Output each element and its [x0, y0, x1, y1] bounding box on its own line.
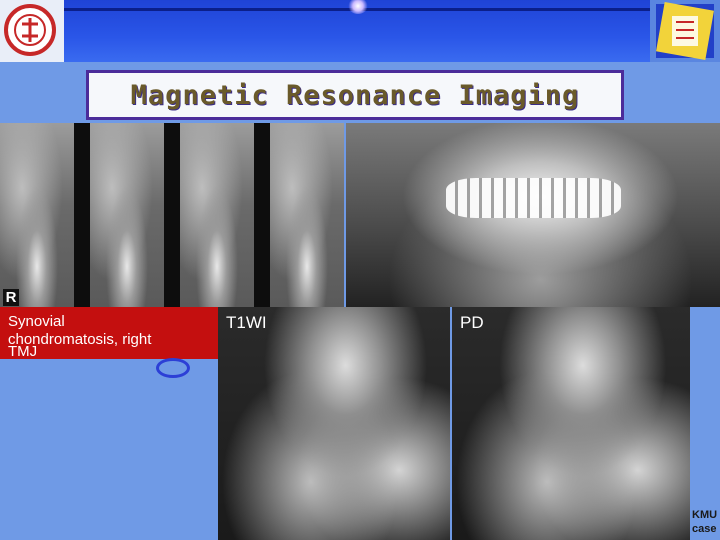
caption-line: TMJ: [8, 343, 38, 360]
credit-line: case: [692, 523, 717, 535]
page-title: Magnetic Resonance Imaging: [130, 79, 580, 111]
caption-line: chondromatosis, right: [8, 331, 152, 348]
credit-line: KMU: [692, 509, 718, 521]
side-marker: R: [3, 289, 19, 306]
panoramic-xray: [346, 123, 720, 307]
mri-pd-panel: PD: [452, 307, 690, 540]
university-seal-logo: [0, 0, 64, 62]
mri-label: T1WI: [226, 313, 267, 332]
xray-panel: [0, 123, 74, 307]
credit-label: KMU case: [692, 508, 720, 536]
caption-line: Synovial: [8, 313, 65, 330]
mri-label: PD: [460, 313, 484, 332]
tmj-xray-series: [0, 123, 344, 307]
xray-panel: [90, 123, 164, 307]
mri-t1-panel: T1WI: [218, 307, 450, 540]
xray-panel: [270, 123, 344, 307]
title-box: Magnetic Resonance Imaging: [86, 70, 624, 120]
xray-panel: [180, 123, 254, 307]
loop-icon: [156, 358, 190, 378]
hospital-logo: [650, 0, 720, 62]
teeth-area: [446, 178, 621, 218]
